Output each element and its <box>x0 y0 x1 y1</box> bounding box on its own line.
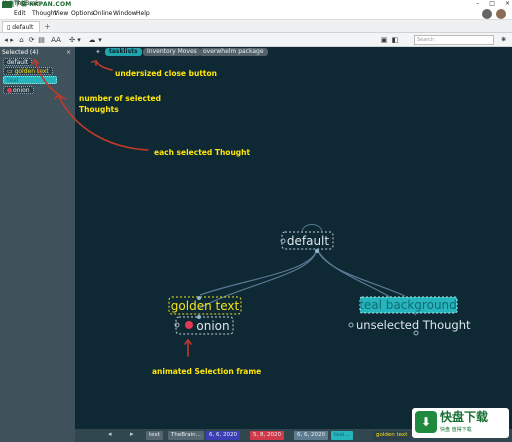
annotation-count-line1: number of selected <box>79 94 161 103</box>
watermark-brand: 快盘下载 <box>440 410 489 424</box>
status-item[interactable]: teal... <box>331 431 353 440</box>
watermark-badge: ⬇ 快盘下载 快盘 值得下载 <box>412 408 509 438</box>
annotation-animated-frame: animated Selection frame <box>152 367 262 376</box>
status-item[interactable]: text <box>146 431 163 440</box>
arrow-close-head <box>91 59 97 66</box>
status-item[interactable]: 6, 6, 2020 <box>206 431 240 440</box>
arrow-close-button <box>95 60 113 71</box>
scroll-left-icon[interactable]: ◂ <box>105 430 115 439</box>
annotation-each-selected: each selected Thought <box>154 148 251 157</box>
watermark-logo-icon: ⬇ <box>415 411 437 433</box>
annotation-count-line2: Thoughts <box>79 105 119 114</box>
status-item[interactable]: TheBrain... <box>168 431 204 440</box>
scroll-right-icon[interactable]: ▸ <box>127 430 137 439</box>
arrow-count <box>34 59 66 100</box>
watermark-subtitle: 快盘 值得下载 <box>440 427 472 433</box>
status-item[interactable]: 6, 6, 2020 <box>294 431 328 440</box>
status-item[interactable]: 5, 8, 2020 <box>250 431 284 440</box>
annotation-close-button: undersized close button <box>115 69 218 78</box>
status-item[interactable]: golden text <box>373 431 411 440</box>
